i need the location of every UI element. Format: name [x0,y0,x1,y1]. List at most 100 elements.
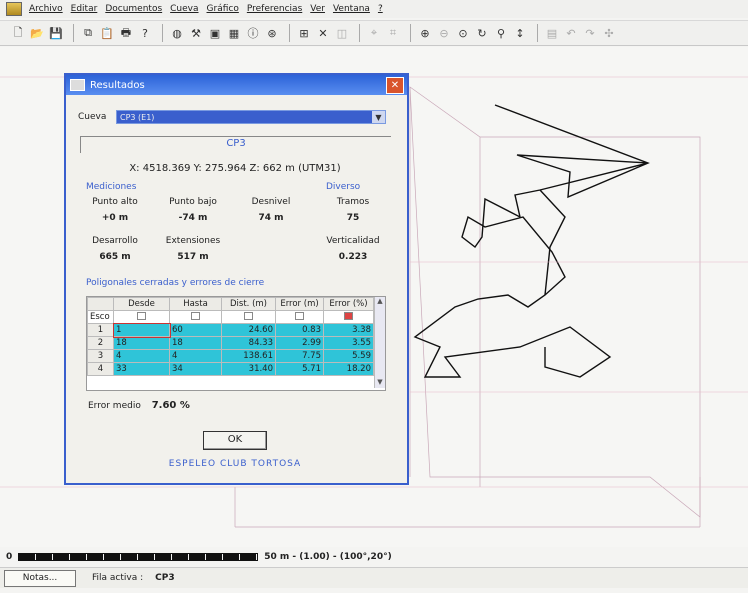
table-cell[interactable]: 18 [113,336,170,350]
menu-grafico[interactable]: Gráfico [203,4,243,14]
cave-coordinates: X: 4518.369 Y: 275.964 Z: 662 m (UTM31) [129,163,341,174]
column-header[interactable] [87,297,114,311]
dim-tool-icon[interactable]: ⌗ [385,25,401,41]
table-cell[interactable]: 5.71 [275,362,324,376]
dim-tool-icon[interactable]: ↶ [563,25,579,41]
menu-cueva[interactable]: Cueva [166,4,202,14]
menu-documentos[interactable]: Documentos [101,4,166,14]
scale-ruler [18,553,259,561]
dim-tool-icon[interactable]: ▤ [544,25,560,41]
dialog-titlebar[interactable]: Resultados ✕ [66,75,407,95]
help-icon[interactable]: ? [137,25,153,41]
stat-value: -74 m [178,213,208,223]
ok-button[interactable]: OK [203,431,267,450]
table-cell[interactable]: 7.75 [275,349,324,363]
table-row[interactable]: 4 33 34 31.40 5.71 18.20 [87,362,374,376]
closure-errors-table[interactable]: Desde Hasta Dist. (m) Error (m) Error (%… [86,296,386,391]
info-icon[interactable]: ⓘ [245,25,261,41]
stat-value: 75 [346,213,360,223]
dim-tool-icon[interactable]: ⌖ [366,25,382,41]
dim-tool-icon[interactable]: ↷ [582,25,598,41]
zoom-fit-icon[interactable]: ⊙ [455,25,471,41]
table-cell[interactable]: 4 [169,349,222,363]
filter-cell [275,310,324,324]
rotate-icon[interactable]: ↻ [474,25,490,41]
close-icon[interactable]: ✕ [386,76,404,94]
notes-button[interactable]: Notas... [4,569,76,587]
scroll-up-icon[interactable]: ▲ [375,297,385,307]
grid-icon[interactable]: ⊞ [296,25,312,41]
scroll-down-icon[interactable]: ▼ [375,378,385,388]
layers-icon[interactable]: ◫ [334,25,350,41]
checkbox[interactable] [191,311,200,320]
table-cell[interactable]: 5.59 [323,349,374,363]
checkbox[interactable] [137,311,146,320]
menu-ventana[interactable]: Ventana [329,4,374,14]
column-header[interactable]: Error (m) [275,297,324,311]
stat-value: +0 m [101,213,129,223]
tools-icon[interactable]: ⚒ [188,25,204,41]
table-cell[interactable]: 4 [113,349,170,363]
table-scrollbar[interactable]: ▲ ▼ [374,297,385,388]
zoom-out-icon[interactable]: ⊖ [436,25,452,41]
stat-label: Punto alto [92,197,138,207]
save-icon[interactable]: 💾 [48,25,64,41]
column-header[interactable]: Desde [113,297,170,311]
table-cell[interactable]: 60 [169,323,222,337]
cross-icon[interactable]: ✕ [315,25,331,41]
table-cell[interactable]: 138.61 [221,349,276,363]
menu-help[interactable]: ? [374,4,387,14]
table-cell[interactable]: 3.55 [323,336,374,350]
checkbox[interactable] [244,311,253,320]
dim-tool-icon[interactable]: ✣ [601,25,617,41]
table-cell[interactable]: 33 [113,362,170,376]
zoom-in-icon[interactable]: ⊕ [417,25,433,41]
table-cell[interactable]: 0.83 [275,323,324,337]
error-medio: Error medio 7.60 % [88,400,190,411]
table-row[interactable]: 3 4 4 138.61 7.75 5.59 [87,349,374,363]
menu-ver[interactable]: Ver [306,4,329,14]
diverso-heading: Diverso [326,182,361,192]
table-cell[interactable]: 31.40 [221,362,276,376]
globe-icon[interactable]: ◍ [169,25,185,41]
toolbar-separator [73,24,74,42]
table-row[interactable]: 2 18 18 84.33 2.99 3.55 [87,336,374,350]
new-icon[interactable]: 🗋 [10,25,26,41]
calculator-icon[interactable]: ▦ [226,25,242,41]
cave-select[interactable]: CP3 (E1) ▼ [116,110,386,124]
cave-name: CP3 [80,136,391,153]
vertical-arrow-icon[interactable]: ↕ [512,25,528,41]
scrollbar-track[interactable] [375,307,385,378]
table-row[interactable]: 1 1 60 24.60 0.83 3.38 [87,322,374,338]
checkbox[interactable] [344,311,353,320]
column-header[interactable]: Error (%) [323,297,374,311]
compass-icon[interactable]: ⊛ [264,25,280,41]
paste-icon[interactable]: 📋 [99,25,115,41]
table-cell[interactable]: 34 [169,362,222,376]
pin-icon[interactable]: ⚲ [493,25,509,41]
chevron-down-icon[interactable]: ▼ [372,111,385,123]
table-cell[interactable]: 18 [169,336,222,350]
table-cell[interactable]: 3.38 [323,323,374,337]
toolbar-separator [537,24,538,42]
menu-preferencias[interactable]: Preferencias [243,4,306,14]
table-cell[interactable]: 24.60 [221,323,276,337]
column-header[interactable]: Hasta [169,297,222,311]
stat-label: Tramos [336,197,370,207]
table-cell[interactable]: 1 [112,322,171,338]
results-dialog: Resultados ✕ Cueva CP3 (E1) ▼ CP3 X: 451… [64,73,409,485]
menu-archivo[interactable]: Archivo [25,4,67,14]
open-icon[interactable]: 📂 [29,25,45,41]
print-icon[interactable]: 🖶 [118,25,134,41]
copy-icon[interactable]: ⧉ [80,25,96,41]
column-header[interactable]: Dist. (m) [221,297,276,311]
table-cell: 3 [87,349,114,363]
stat-value: 517 m [177,252,209,262]
menu-editar[interactable]: Editar [67,4,102,14]
camera-icon[interactable]: ▣ [207,25,223,41]
checkbox[interactable] [295,311,304,320]
table-cell[interactable]: 84.33 [221,336,276,350]
error-medio-value: 7.60 % [151,400,190,411]
table-cell[interactable]: 18.20 [323,362,374,376]
table-cell[interactable]: 2.99 [275,336,324,350]
